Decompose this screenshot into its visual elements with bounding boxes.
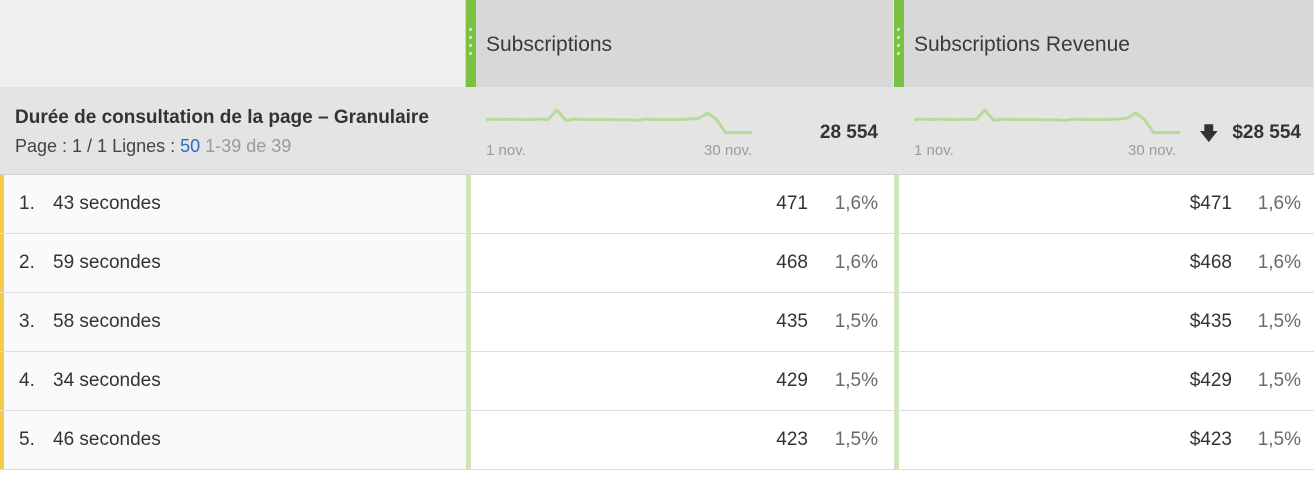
table-row[interactable]: 5. 46 secondes 423 1,5% $423 1,5% (0, 411, 1314, 470)
row-label[interactable]: 59 secondes (53, 252, 161, 274)
sparkline-chart (913, 108, 1180, 134)
freeform-table: Subscriptions Subscriptions Revenue Duré… (0, 0, 1314, 480)
sparkline-axis-end: 30 nov. (704, 142, 753, 159)
row-index: 5. (19, 429, 35, 450)
row-label[interactable]: 43 secondes (53, 193, 161, 215)
row-index: 4. (19, 370, 35, 391)
table-header: Subscriptions Subscriptions Revenue (0, 0, 1314, 87)
table-row[interactable]: 4. 34 secondes 429 1,5% $429 1,5% (0, 352, 1314, 411)
cell-value: 468 (776, 252, 808, 273)
sparkline-line (913, 108, 1180, 134)
column-title: Subscriptions (486, 33, 613, 56)
table-body: 1. 43 secondes 471 1,6% $471 1,6% 2. 59 seconde… (0, 175, 1314, 470)
cell-subscriptions-revenue[interactable]: $471 1,6% (894, 175, 1314, 233)
cell-value: $435 (1189, 311, 1232, 332)
row-dimension-cell[interactable]: 2. 59 secondes (0, 234, 466, 292)
row-label[interactable]: 46 secondes (53, 429, 161, 451)
row-dimension-cell[interactable]: 5. 46 secondes (0, 411, 466, 469)
row-dimension-cell[interactable]: 3. 58 secondes (0, 293, 466, 351)
column-total: 28 554 (819, 122, 878, 143)
column-drag-handle[interactable] (466, 0, 476, 87)
grip-dots-icon (469, 28, 473, 60)
row-range: 1-39 de 39 (205, 136, 292, 156)
table-row[interactable]: 2. 59 secondes 468 1,6% $468 1,6% (0, 234, 1314, 293)
cell-percent: 1,6% (834, 193, 878, 214)
dimension-summary-cell: Durée de consultation de la page – Granu… (0, 87, 466, 174)
sparkline-axis-start: 1 nov. (486, 142, 526, 159)
cell-value: $429 (1189, 370, 1232, 391)
column-total: $28 554 (1232, 122, 1301, 143)
table-row[interactable]: 3. 58 secondes 435 1,5% $435 1,5% (0, 293, 1314, 352)
summary-cell-subscriptions-revenue: 1 nov. 30 nov. 🡇 $28 554 (894, 87, 1314, 174)
row-dimension-cell[interactable]: 4. 34 secondes (0, 352, 466, 410)
cell-value: $423 (1189, 429, 1232, 450)
sparkline-axis-end: 30 nov. (1128, 142, 1177, 159)
cell-percent: 1,6% (834, 252, 878, 273)
row-dimension-cell[interactable]: 1. 43 secondes (0, 175, 466, 233)
cell-value: 435 (776, 311, 808, 332)
row-index: 2. (19, 252, 35, 273)
cell-percent: 1,5% (834, 370, 878, 391)
grip-dots-icon (897, 28, 901, 60)
cell-percent: 1,5% (1257, 311, 1301, 332)
cell-subscriptions[interactable]: 471 1,6% (466, 175, 894, 233)
pagination: Page : 1 / 1 Lignes : 50 1-39 de 39 (15, 136, 291, 157)
cell-percent: 1,5% (1257, 429, 1301, 450)
sparkline-axis-start: 1 nov. (914, 142, 954, 159)
cell-value: 429 (776, 370, 808, 391)
summary-cell-subscriptions: 1 nov. 30 nov. 28 554 (466, 87, 894, 174)
column-title: Subscriptions Revenue (914, 33, 1130, 56)
cell-percent: 1,6% (1257, 193, 1301, 214)
page-indicator: Page : 1 / 1 (15, 136, 108, 156)
rows-per-page-select[interactable]: 50 (180, 136, 200, 156)
arrow-down-icon: 🡇 (1199, 124, 1219, 145)
cell-value: $468 (1189, 252, 1232, 273)
cell-subscriptions[interactable]: 423 1,5% (466, 411, 894, 469)
cell-value: $471 (1189, 193, 1232, 214)
sparkline-chart (485, 108, 752, 134)
row-label[interactable]: 58 secondes (53, 311, 161, 333)
cell-subscriptions-revenue[interactable]: $429 1,5% (894, 352, 1314, 410)
cell-subscriptions[interactable]: 429 1,5% (466, 352, 894, 410)
column-header-subscriptions[interactable]: Subscriptions (466, 0, 894, 87)
cell-percent: 1,6% (1257, 252, 1301, 273)
sparkline-line (485, 108, 752, 134)
row-index: 1. (19, 193, 35, 214)
cell-subscriptions-revenue[interactable]: $468 1,6% (894, 234, 1314, 292)
cell-value: 423 (776, 429, 808, 450)
row-label[interactable]: 34 secondes (53, 370, 161, 392)
cell-percent: 1,5% (1257, 370, 1301, 391)
summary-row: Durée de consultation de la page – Granu… (0, 87, 1314, 175)
cell-subscriptions[interactable]: 468 1,6% (466, 234, 894, 292)
column-header-subscriptions-revenue[interactable]: Subscriptions Revenue (894, 0, 1314, 87)
dimension-header-cell[interactable] (0, 0, 466, 87)
cell-value: 471 (776, 193, 808, 214)
cell-subscriptions-revenue[interactable]: $423 1,5% (894, 411, 1314, 469)
column-drag-handle[interactable] (894, 0, 904, 87)
row-index: 3. (19, 311, 35, 332)
cell-percent: 1,5% (834, 429, 878, 450)
cell-percent: 1,5% (834, 311, 878, 332)
dimension-name[interactable]: Durée de consultation de la page – Granu… (15, 107, 429, 129)
table-row[interactable]: 1. 43 secondes 471 1,6% $471 1,6% (0, 175, 1314, 234)
cell-subscriptions-revenue[interactable]: $435 1,5% (894, 293, 1314, 351)
cell-subscriptions[interactable]: 435 1,5% (466, 293, 894, 351)
rows-label: Lignes : (112, 136, 176, 156)
